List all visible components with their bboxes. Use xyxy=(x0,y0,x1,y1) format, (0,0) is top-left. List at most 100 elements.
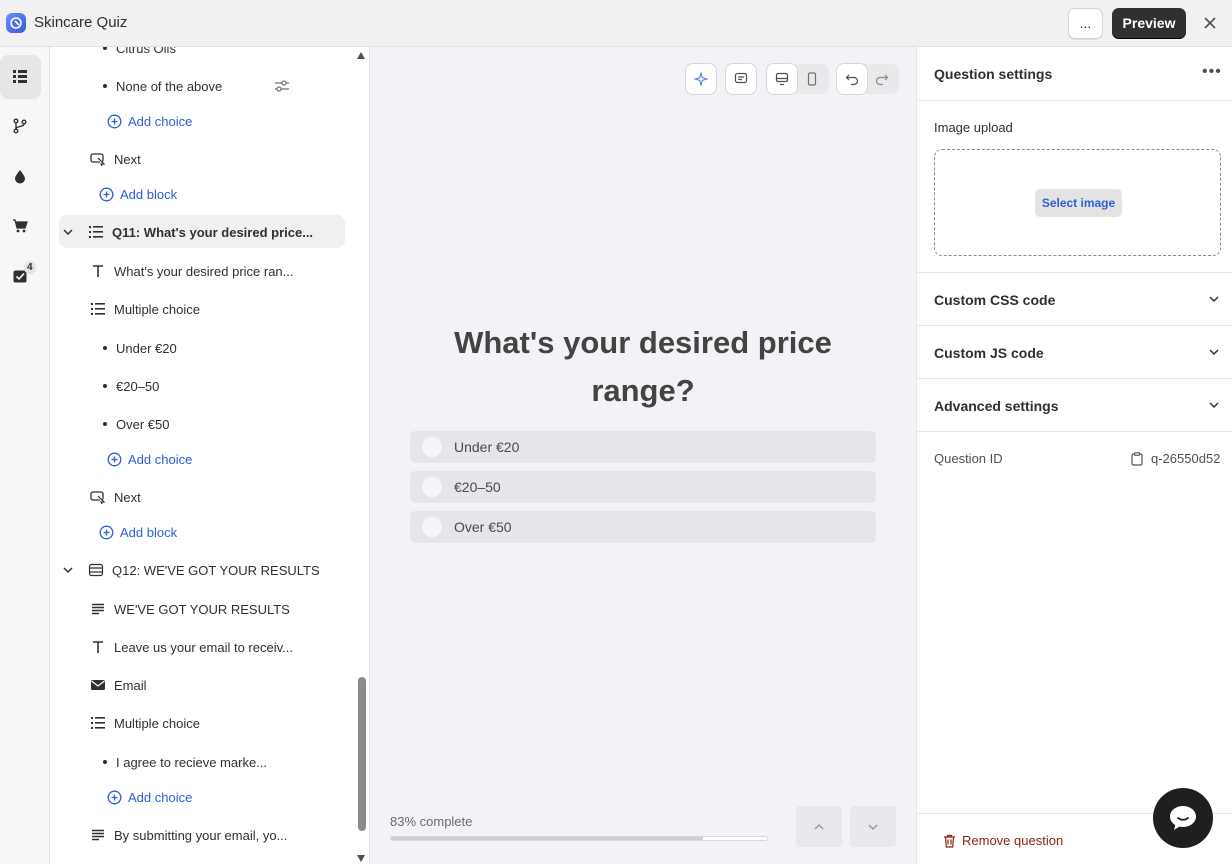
preview-button[interactable]: Preview xyxy=(1112,8,1186,39)
outline-paragraph-block[interactable]: By submitting your email, yo... xyxy=(88,820,287,850)
radio-circle[interactable] xyxy=(422,437,442,457)
left-rail: 4 xyxy=(0,47,50,864)
add-choice-button[interactable]: Add choice xyxy=(106,106,192,136)
outline-text-block[interactable]: What's your desired price ran... xyxy=(88,256,294,286)
rail-outline-button[interactable] xyxy=(0,55,41,99)
chevron-up-icon xyxy=(814,823,824,830)
undo-button[interactable] xyxy=(837,64,867,94)
list-icon xyxy=(88,302,108,316)
outline-question-q12[interactable]: Q12: WE'VE GOT YOUR RESULTS xyxy=(62,555,320,585)
cursor-click-icon xyxy=(88,490,108,504)
paragraph-icon xyxy=(88,603,108,615)
paragraph-icon xyxy=(88,829,108,841)
outline-paragraph-block[interactable]: WE'VE GOT YOUR RESULTS xyxy=(88,594,290,624)
advanced-settings-section[interactable]: Advanced settings xyxy=(917,378,1232,431)
progress-label: 83% complete xyxy=(390,814,473,829)
image-upload-label: Image upload xyxy=(934,120,1013,135)
chevron-down-icon[interactable] xyxy=(62,226,76,238)
desktop-icon xyxy=(775,72,789,86)
outline-choice[interactable]: Over €50 xyxy=(103,409,169,439)
list-icon xyxy=(86,225,106,239)
custom-css-section[interactable]: Custom CSS code xyxy=(917,272,1232,325)
more-button[interactable]: ... xyxy=(1068,8,1103,39)
cart-icon xyxy=(13,219,28,233)
question-id-label: Question ID xyxy=(934,451,1003,466)
custom-js-section[interactable]: Custom JS code xyxy=(917,325,1232,378)
bullet-icon xyxy=(103,384,107,388)
outline-choice[interactable]: Citrus Oils xyxy=(103,47,176,63)
preview-question-title: What's your desired price range? xyxy=(454,325,832,408)
question-settings-panel: Question settings ••• Image upload Selec… xyxy=(916,47,1232,864)
clipboard-icon xyxy=(1131,451,1143,466)
chevron-down-icon[interactable] xyxy=(62,564,76,576)
desktop-view-button[interactable] xyxy=(767,64,797,94)
remove-question-button[interactable]: Remove question xyxy=(943,833,1063,848)
image-dropzone[interactable]: Select image xyxy=(934,149,1221,256)
plus-circle-icon xyxy=(106,114,122,129)
chat-bubble-icon xyxy=(1170,806,1196,830)
mobile-view-button[interactable] xyxy=(797,64,827,94)
chevron-down-icon xyxy=(1209,402,1219,409)
redo-icon xyxy=(875,74,889,86)
outline-next-button[interactable]: Next xyxy=(88,144,141,174)
chevron-down-icon xyxy=(1209,296,1219,303)
scroll-up-arrow-icon[interactable] xyxy=(357,52,365,59)
preview-option[interactable]: €20–50 xyxy=(410,471,876,503)
form-icon xyxy=(86,563,106,577)
rail-products-button[interactable] xyxy=(0,205,41,249)
device-tool-group xyxy=(767,64,829,94)
chat-launcher-button[interactable] xyxy=(1153,788,1213,848)
add-block-button[interactable]: Add block xyxy=(98,517,177,547)
cursor-click-icon xyxy=(88,152,108,166)
outline-email-block[interactable]: Email xyxy=(88,670,147,700)
settings-header: Question settings ••• xyxy=(917,47,1232,101)
branch-icon xyxy=(13,118,27,134)
question-id-copy[interactable]: q-26550d52 xyxy=(1131,451,1220,466)
select-image-button[interactable]: Select image xyxy=(1035,189,1122,217)
embed-icon xyxy=(734,72,748,84)
outline-choice[interactable]: I agree to recieve marke... xyxy=(103,747,267,777)
radio-circle[interactable] xyxy=(422,477,442,497)
text-icon xyxy=(88,264,108,278)
add-block-button[interactable]: Add block xyxy=(98,179,177,209)
outline-multiple-choice[interactable]: Multiple choice xyxy=(88,294,200,324)
add-choice-button[interactable]: Add choice xyxy=(106,782,192,812)
scrollbar-thumb[interactable] xyxy=(358,677,366,831)
embed-tool-group xyxy=(726,64,759,94)
plus-circle-icon xyxy=(106,452,122,467)
choice-settings-icon[interactable] xyxy=(274,79,290,98)
redo-button[interactable] xyxy=(867,64,897,94)
divider xyxy=(917,431,1232,432)
outline-question-q11[interactable]: Q11: What's your desired price... xyxy=(62,217,313,247)
undo-icon xyxy=(845,74,859,86)
rail-logic-button[interactable] xyxy=(0,105,41,149)
add-choice-button[interactable]: Add choice xyxy=(106,444,192,474)
outline-text-block[interactable]: Leave us your email to receiv... xyxy=(88,632,293,662)
outline-multiple-choice[interactable]: Multiple choice xyxy=(88,708,200,738)
preview-option[interactable]: Over €50 xyxy=(410,511,876,543)
mobile-icon xyxy=(807,72,817,86)
bullet-icon xyxy=(103,47,107,50)
outline-next-button[interactable]: Next xyxy=(88,482,141,512)
close-icon[interactable] xyxy=(1201,14,1219,32)
outline-choice[interactable]: €20–50 xyxy=(103,371,159,401)
rail-design-button[interactable] xyxy=(0,155,41,199)
radio-circle[interactable] xyxy=(422,517,442,537)
preview-option[interactable]: Under €20 xyxy=(410,431,876,463)
sparkle-button[interactable] xyxy=(686,64,716,94)
plus-circle-icon xyxy=(98,187,114,202)
ellipsis-icon[interactable]: ••• xyxy=(1202,63,1222,81)
list-icon xyxy=(13,70,27,83)
previous-question-button[interactable] xyxy=(796,806,842,847)
rail-checklist-button[interactable]: 4 xyxy=(0,255,41,299)
outline-choice[interactable]: Under €20 xyxy=(103,333,177,363)
outline-choice[interactable]: None of the above xyxy=(103,71,222,101)
embed-button[interactable] xyxy=(726,64,756,94)
checklist-badge: 4 xyxy=(24,261,36,274)
text-icon xyxy=(88,640,108,654)
progress-bar-fill xyxy=(391,837,704,840)
chevron-down-icon xyxy=(868,823,878,830)
ai-tool-group xyxy=(686,64,719,94)
next-question-button[interactable] xyxy=(850,806,896,847)
scroll-down-arrow-icon[interactable] xyxy=(357,855,365,862)
